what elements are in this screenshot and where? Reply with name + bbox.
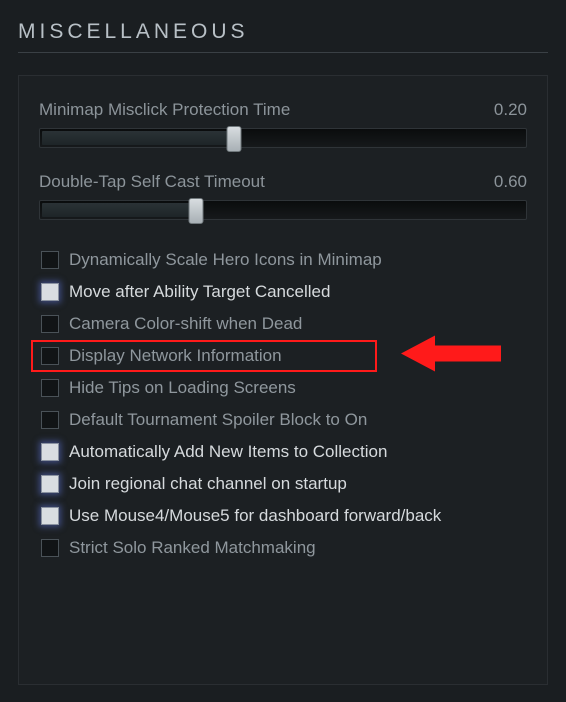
slider-label: Minimap Misclick Protection Time: [39, 100, 290, 120]
section-title: MISCELLANEOUS: [18, 20, 548, 53]
option-row[interactable]: Automatically Add New Items to Collectio…: [39, 436, 527, 468]
option-label: Camera Color-shift when Dead: [69, 314, 302, 334]
option-label: Automatically Add New Items to Collectio…: [69, 442, 387, 462]
checkbox[interactable]: [41, 507, 59, 525]
option-label: Strict Solo Ranked Matchmaking: [69, 538, 316, 558]
slider-thumb[interactable]: [188, 198, 203, 224]
slider-double-tap-self-cast: Double-Tap Self Cast Timeout 0.60: [39, 172, 527, 220]
option-row[interactable]: Display Network Information: [39, 340, 527, 372]
option-label: Hide Tips on Loading Screens: [69, 378, 296, 398]
option-label: Use Mouse4/Mouse5 for dashboard forward/…: [69, 506, 441, 526]
option-row[interactable]: Join regional chat channel on startup: [39, 468, 527, 500]
slider-fill: [42, 131, 236, 145]
checkbox[interactable]: [41, 443, 59, 461]
slider-track[interactable]: [39, 200, 527, 220]
checkbox[interactable]: [41, 347, 59, 365]
checkbox[interactable]: [41, 251, 59, 269]
option-label: Join regional chat channel on startup: [69, 474, 347, 494]
option-row[interactable]: Hide Tips on Loading Screens: [39, 372, 527, 404]
option-row[interactable]: Default Tournament Spoiler Block to On: [39, 404, 527, 436]
option-label: Default Tournament Spoiler Block to On: [69, 410, 367, 430]
option-row[interactable]: Use Mouse4/Mouse5 for dashboard forward/…: [39, 500, 527, 532]
checkbox[interactable]: [41, 475, 59, 493]
options-list: Dynamically Scale Hero Icons in Minimap …: [39, 244, 527, 564]
option-label: Dynamically Scale Hero Icons in Minimap: [69, 250, 382, 270]
checkbox[interactable]: [41, 315, 59, 333]
slider-minimap-misclick: Minimap Misclick Protection Time 0.20: [39, 100, 527, 148]
checkbox[interactable]: [41, 411, 59, 429]
option-row[interactable]: Strict Solo Ranked Matchmaking: [39, 532, 527, 564]
slider-label: Double-Tap Self Cast Timeout: [39, 172, 265, 192]
slider-thumb[interactable]: [227, 126, 242, 152]
option-label: Move after Ability Target Cancelled: [69, 282, 330, 302]
slider-value: 0.20: [494, 100, 527, 120]
checkbox[interactable]: [41, 379, 59, 397]
option-label: Display Network Information: [69, 346, 282, 366]
option-row[interactable]: Camera Color-shift when Dead: [39, 308, 527, 340]
slider-fill: [42, 203, 198, 217]
slider-track[interactable]: [39, 128, 527, 148]
option-row[interactable]: Dynamically Scale Hero Icons in Minimap: [39, 244, 527, 276]
slider-value: 0.60: [494, 172, 527, 192]
checkbox[interactable]: [41, 539, 59, 557]
checkbox[interactable]: [41, 283, 59, 301]
option-row[interactable]: Move after Ability Target Cancelled: [39, 276, 527, 308]
settings-panel: Minimap Misclick Protection Time 0.20 Do…: [18, 75, 548, 685]
